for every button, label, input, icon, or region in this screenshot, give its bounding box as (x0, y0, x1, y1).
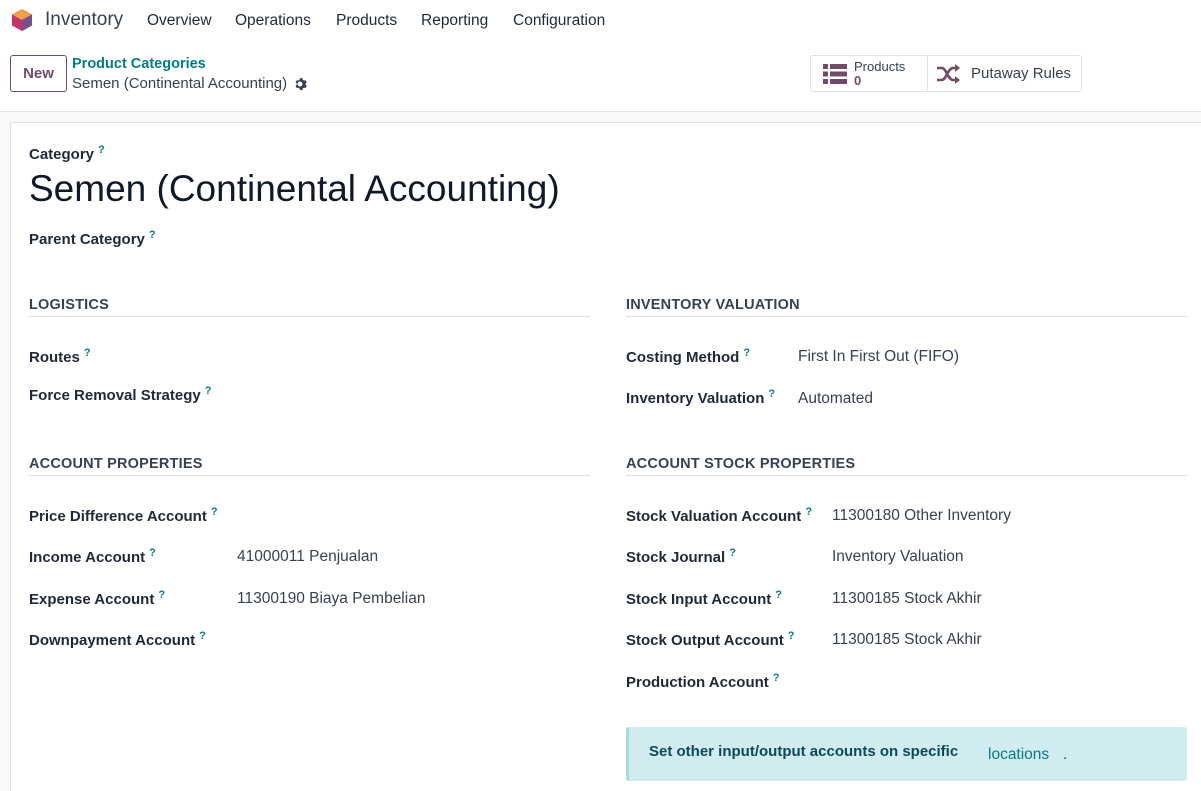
menu-reporting[interactable]: Reporting (421, 12, 488, 30)
category-label: Category? (29, 144, 105, 163)
help-icon[interactable]: ? (743, 347, 750, 359)
stock-input-account-label: Stock Input Account? (626, 589, 783, 608)
stock-output-account-label: Stock Output Account? (626, 630, 795, 649)
breadcrumb-current-label: Semen (Continental Accounting) (72, 75, 288, 92)
products-smart-count: 0 (854, 72, 862, 88)
section-divider (29, 316, 590, 317)
section-divider (29, 475, 590, 476)
menu-operations[interactable]: Operations (235, 12, 311, 30)
list-icon (823, 63, 847, 84)
help-icon[interactable]: ? (773, 672, 780, 684)
top-navbar: Inventory Overview Operations Products R… (0, 0, 1201, 42)
help-icon[interactable]: ? (84, 347, 91, 359)
menu-overview[interactable]: Overview (147, 12, 212, 30)
help-icon[interactable]: ? (788, 630, 795, 642)
stock-valuation-account-field[interactable]: 11300180 Other Inventory (832, 507, 1011, 525)
menu-configuration[interactable]: Configuration (513, 12, 605, 30)
breadcrumb-current: Semen (Continental Accounting) (72, 75, 307, 92)
section-account-properties: ACCOUNT PROPERTIES (29, 456, 203, 472)
stock-journal-field[interactable]: Inventory Valuation (832, 548, 964, 566)
income-account-label: Income Account? (29, 547, 156, 566)
help-icon[interactable]: ? (205, 385, 212, 397)
putaway-rules-label: Putaway Rules (971, 65, 1072, 82)
force-removal-strategy-label: Force Removal Strategy? (29, 385, 212, 404)
stock-journal-label: Stock Journal? (626, 547, 736, 566)
products-smart-label: Products (854, 58, 906, 74)
alert-text: Set other input/output accounts on speci… (649, 743, 959, 760)
help-icon[interactable]: ? (98, 144, 105, 156)
help-icon[interactable]: ? (149, 229, 156, 241)
inventory-valuation-field[interactable]: Automated (798, 390, 873, 408)
new-button[interactable]: New (10, 55, 67, 92)
inventory-app-icon[interactable] (10, 8, 34, 32)
category-name-field[interactable]: Semen (Continental Accounting) (29, 168, 560, 210)
control-panel: New Product Categories Semen (Continenta… (0, 42, 1201, 112)
help-icon[interactable]: ? (199, 630, 206, 642)
downpayment-account-label: Downpayment Account? (29, 630, 206, 649)
section-logistics: LOGISTICS (29, 297, 109, 313)
info-alert: Set other input/output accounts on speci… (626, 727, 1187, 781)
price-difference-account-label: Price Difference Account? (29, 506, 218, 525)
income-account-field[interactable]: 41000011 Penjualan (237, 548, 378, 566)
help-icon[interactable]: ? (158, 589, 165, 601)
breadcrumb-product-categories[interactable]: Product Categories (72, 56, 206, 72)
smart-buttons: Products 0 Putaway Rules (810, 55, 1082, 92)
menu-products[interactable]: Products (336, 12, 397, 30)
help-icon[interactable]: ? (729, 547, 736, 559)
expense-account-field[interactable]: 11300190 Biaya Pembelian (237, 590, 425, 608)
shuffle-icon (937, 63, 960, 84)
help-icon[interactable]: ? (768, 388, 775, 400)
stock-input-account-field[interactable]: 11300185 Stock Akhir (832, 590, 982, 608)
putaway-rules-smart-button[interactable]: Putaway Rules (928, 56, 1081, 91)
routes-label: Routes? (29, 347, 91, 366)
help-icon[interactable]: ? (805, 506, 812, 518)
production-account-label: Production Account? (626, 672, 780, 691)
section-divider (626, 475, 1187, 476)
locations-link[interactable]: locations (988, 746, 1049, 764)
stock-output-account-field[interactable]: 11300185 Stock Akhir (832, 631, 982, 649)
help-icon[interactable]: ? (149, 547, 156, 559)
expense-account-label: Expense Account? (29, 589, 166, 608)
gear-icon[interactable] (293, 77, 307, 91)
help-icon[interactable]: ? (775, 589, 782, 601)
help-icon[interactable]: ? (211, 506, 218, 518)
parent-category-label: Parent Category? (29, 229, 156, 248)
section-divider (626, 316, 1187, 317)
products-smart-button[interactable]: Products 0 (811, 56, 928, 91)
alert-period: . (1063, 746, 1068, 763)
inventory-valuation-label: Inventory Valuation? (626, 388, 776, 407)
costing-method-field[interactable]: First In First Out (FIFO) (798, 348, 959, 366)
section-inventory-valuation: INVENTORY VALUATION (626, 297, 800, 313)
section-account-stock-properties: ACCOUNT STOCK PROPERTIES (626, 456, 856, 472)
costing-method-label: Costing Method? (626, 347, 751, 366)
stock-valuation-account-label: Stock Valuation Account? (626, 506, 813, 525)
app-name[interactable]: Inventory (45, 9, 123, 31)
